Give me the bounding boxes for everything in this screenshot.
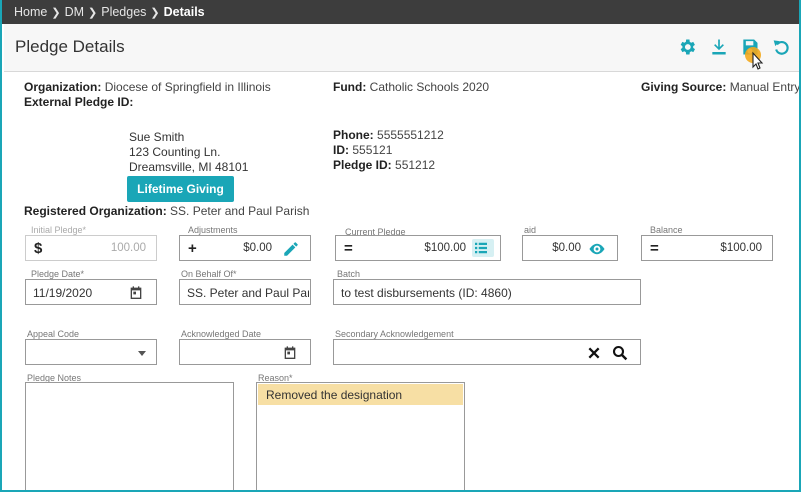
pledge-notes-textarea[interactable] <box>25 382 234 490</box>
pledge-date-label: Pledge Date* <box>31 269 85 279</box>
secondary-ack-label: Secondary Acknowledgement <box>335 329 454 339</box>
id-row: ID: 555121 <box>333 143 392 157</box>
breadcrumb-pledges[interactable]: Pledges <box>101 5 146 19</box>
phone-label: Phone: <box>333 128 374 142</box>
giving-source-label: Giving Source: <box>641 80 727 94</box>
eye-icon[interactable] <box>587 240 607 258</box>
pencil-icon[interactable] <box>282 240 300 258</box>
id-label: ID: <box>333 143 349 157</box>
paid-value: $0.00 <box>552 242 581 254</box>
donor-city: Dreamsville, MI 48101 <box>129 160 249 174</box>
fund-value: Catholic Schools 2020 <box>369 80 490 94</box>
current-pledge-field: = $100.00 <box>335 235 501 261</box>
pledge-id-label: Pledge ID: <box>333 158 392 172</box>
registered-org-value: SS. Peter and Paul Parish <box>170 204 310 218</box>
adjustments-value: $0.00 <box>243 242 272 254</box>
undo-icon[interactable] <box>772 37 792 57</box>
organization-row: Organization: Diocese of Springfield in … <box>24 80 271 94</box>
external-pledge-id-label: External Pledge ID: <box>24 95 134 109</box>
batch-value: to test disbursements (ID: 4860) <box>341 286 512 300</box>
page-title: Pledge Details <box>15 37 125 56</box>
pledge-id-row: Pledge ID: 551212 <box>333 158 435 172</box>
chevron-right-icon: ❯ <box>150 6 160 19</box>
calendar-icon[interactable] <box>128 285 144 301</box>
lifetime-giving-button[interactable]: Lifetime Giving <box>127 176 234 202</box>
plus-sign: + <box>188 240 197 257</box>
breadcrumb-home[interactable]: Home <box>14 5 47 19</box>
dollar-sign: $ <box>34 240 43 257</box>
registered-org-label: Registered Organization: <box>24 204 167 218</box>
id-value: 555121 <box>352 143 393 157</box>
donor-name: Sue Smith <box>129 130 185 144</box>
gear-icon[interactable] <box>677 37 697 57</box>
appeal-code-label: Appeal Code <box>27 329 80 339</box>
adjustments-field[interactable]: + $0.00 <box>179 235 311 261</box>
on-behalf-of-value: SS. Peter and Paul Par <box>187 286 309 300</box>
secondary-ack-field[interactable] <box>333 339 641 365</box>
chevron-right-icon: ❯ <box>51 6 61 19</box>
initial-pledge-value: 100.00 <box>110 242 146 254</box>
on-behalf-of-field[interactable]: SS. Peter and Paul Par <box>179 279 311 305</box>
download-icon[interactable] <box>709 37 729 57</box>
on-behalf-of-label: On Behalf Of* <box>181 269 237 279</box>
organization-label: Organization: <box>24 80 102 94</box>
fund-row: Fund: Catholic Schools 2020 <box>333 80 489 94</box>
chevron-down-icon <box>138 351 146 356</box>
page-header: Pledge Details <box>4 24 799 72</box>
acknowledged-date-label: Acknowledged Date <box>181 329 262 339</box>
donor-street: 123 Counting Ln. <box>129 145 221 159</box>
balance-field: = $100.00 <box>641 235 773 261</box>
fund-label: Fund: <box>333 80 367 94</box>
breadcrumb-current: Details <box>163 5 205 19</box>
pledge-id-value: 551212 <box>395 158 436 172</box>
acknowledged-date-field[interactable] <box>179 339 311 365</box>
paid-field: $0.00 <box>522 235 618 261</box>
initial-pledge-field: $ 100.00 <box>25 235 157 261</box>
registered-org-row: Registered Organization: SS. Peter and P… <box>24 204 309 218</box>
pledge-date-field[interactable]: 11/19/2020 <box>25 279 157 305</box>
breadcrumb: Home ❯ DM ❯ Pledges ❯ Details <box>2 0 799 24</box>
external-pledge-id-row: External Pledge ID: <box>24 95 133 109</box>
current-pledge-value: $100.00 <box>424 242 466 254</box>
giving-source-value: Manual Entry <box>729 80 801 94</box>
equals-sign: = <box>344 240 353 257</box>
reason-textarea[interactable]: Removed the designation <box>256 382 465 490</box>
chevron-right-icon: ❯ <box>88 6 98 19</box>
mouse-cursor-icon <box>744 46 766 72</box>
balance-value: $100.00 <box>720 242 762 254</box>
batch-field[interactable]: to test disbursements (ID: 4860) <box>333 279 641 305</box>
batch-label: Batch <box>337 269 361 279</box>
appeal-code-select[interactable] <box>25 339 157 365</box>
pledge-date-value: 11/19/2020 <box>33 286 93 300</box>
initial-pledge-label: Initial Pledge* <box>31 225 87 235</box>
clear-icon[interactable] <box>586 345 602 361</box>
balance-label: Balance <box>650 225 683 235</box>
paid-label: aid <box>524 225 537 235</box>
equals-sign: = <box>650 240 659 257</box>
search-icon[interactable] <box>611 344 629 362</box>
app-frame: Home ❯ DM ❯ Pledges ❯ Details Pledge Det… <box>0 0 801 492</box>
giving-source-row: Giving Source: Manual Entry <box>641 80 801 94</box>
organization-value: Diocese of Springfield in Illinois <box>104 80 271 94</box>
calendar-icon[interactable] <box>282 345 298 361</box>
phone-row: Phone: 5555551212 <box>333 128 444 142</box>
breadcrumb-dm[interactable]: DM <box>65 5 84 19</box>
reason-value: Removed the designation <box>258 384 463 405</box>
list-icon[interactable] <box>472 239 494 257</box>
phone-value: 5555551212 <box>377 128 444 142</box>
adjustments-label: Adjustments <box>188 225 238 235</box>
